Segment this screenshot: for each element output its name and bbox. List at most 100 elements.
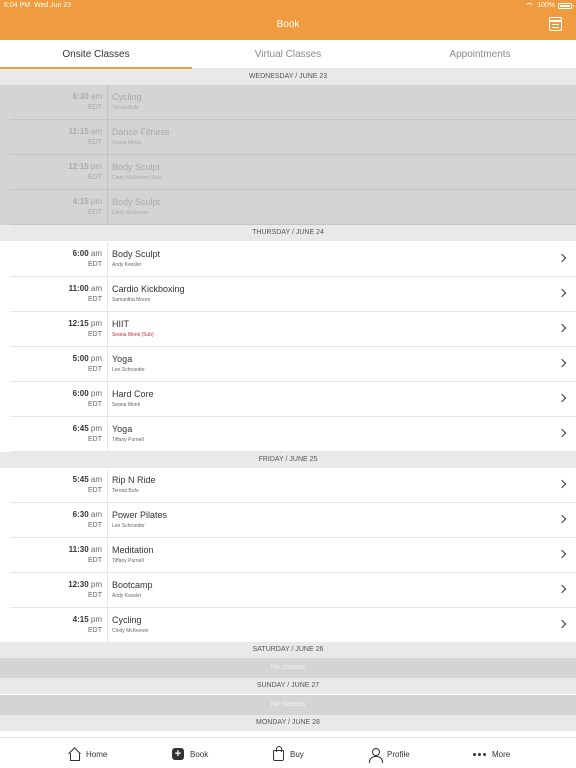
class-row[interactable]: 6:00 pm EDT Hard Core Seana Monk [0, 382, 576, 417]
row-divider [107, 277, 108, 312]
day-header-friday: FRIDAY / JUNE 25 [0, 452, 576, 468]
class-name: Body Sculpt [112, 162, 161, 172]
class-time: 11:15 am [69, 127, 102, 136]
nav-profile[interactable]: Profile [369, 746, 410, 763]
class-time-ampm: pm [88, 354, 102, 363]
class-name: Power Pilates [112, 510, 168, 520]
class-name: Hard Core [112, 389, 154, 399]
class-instructor: Lee Schroeder [112, 523, 145, 529]
row-divider [107, 538, 108, 573]
class-instructor: Andy Kessler [112, 593, 142, 599]
class-time-value: 11:00 [68, 284, 89, 293]
class-instructor: Teresa Bufo [112, 488, 139, 494]
more-dots-icon [473, 752, 486, 756]
class-name: Body Sculpt [112, 249, 161, 259]
chevron-right-icon [557, 584, 567, 594]
class-row[interactable]: 6:00 am EDT Body Sculpt Andy Kessler [0, 242, 576, 277]
class-time: 4:15 pm [73, 197, 102, 206]
class-timezone: EDT [88, 487, 102, 494]
class-time-value: 11:15 [68, 127, 89, 136]
status-right: 100% [525, 2, 574, 9]
wifi-icon [525, 2, 535, 9]
class-name: Cardio Kickboxing [112, 284, 185, 294]
class-row[interactable]: 6:30 am EDT Power Pilates Lee Schroeder [0, 503, 576, 538]
class-name: Yoga [112, 354, 133, 364]
class-name: Meditation [112, 545, 154, 555]
class-time-value: 4:15 [72, 615, 89, 624]
class-time-ampm: pm [88, 197, 102, 206]
class-instructor: Cindy McKeever [112, 210, 149, 216]
class-timezone: EDT [88, 366, 102, 373]
chevron-right-icon [557, 253, 567, 263]
row-divider [107, 120, 108, 155]
status-time: 6:04 PM [4, 2, 31, 9]
class-time-ampm: am [88, 510, 102, 519]
class-time-ampm: pm [88, 162, 102, 171]
class-time-ampm: am [88, 284, 102, 293]
chevron-right-icon [557, 323, 567, 333]
class-timezone: EDT [88, 522, 102, 529]
class-timezone: EDT [88, 627, 102, 634]
nav-buy[interactable]: Buy [273, 745, 304, 762]
nav-home[interactable]: Home [68, 746, 107, 762]
class-instructor: Cindy McKeever [112, 628, 149, 634]
class-name: Rip N Ride [112, 475, 156, 485]
class-name: Yoga [112, 424, 133, 434]
class-timezone: EDT [88, 104, 102, 111]
class-time-ampm: am [88, 127, 102, 136]
class-time-value: 4:15 [72, 197, 89, 206]
class-time: 5:45 am [73, 475, 102, 484]
class-row[interactable]: 5:00 pm EDT Yoga Lee Schroeder [0, 347, 576, 382]
chevron-right-icon [557, 549, 567, 559]
row-divider [107, 468, 108, 503]
class-row[interactable]: 12:15 pm EDT HIIT Seana Monk (Sub) [0, 312, 576, 347]
class-time-ampm: pm [88, 424, 102, 433]
class-timezone: EDT [88, 557, 102, 564]
page-title: Book [276, 19, 300, 30]
class-timezone: EDT [88, 209, 102, 216]
class-time: 6:45 pm [73, 424, 102, 433]
status-bar: 6:04 PM Wed Jun 23 100% [4, 2, 574, 12]
nav-more[interactable]: More [473, 746, 510, 762]
battery-icon [558, 2, 574, 9]
class-name: Cycling [112, 92, 142, 102]
class-time: 11:00 am [69, 284, 102, 293]
class-row: 12:15 pm EDT Body Sculpt Cindy McKeever (Su… [0, 155, 576, 190]
shopping-bag-icon [273, 745, 284, 761]
class-type-tabs: Onsite Classes Virtual Classes Appointme… [0, 40, 576, 69]
class-time-value: 11:30 [68, 545, 89, 554]
tab-onsite-classes[interactable]: Onsite Classes [0, 40, 192, 69]
tab-appointments[interactable]: Appointments [384, 40, 576, 68]
status-date: Wed Jun 23 [33, 2, 72, 9]
class-time: 6:00 pm [73, 389, 102, 398]
class-time: 6:30 am [73, 510, 102, 519]
nav-book[interactable]: + Book [172, 746, 208, 762]
class-row[interactable]: 5:45 am EDT Rip N Ride Teresa Bufo [0, 468, 576, 503]
nav-buy-label: Buy [290, 749, 304, 759]
row-divider [107, 155, 108, 190]
class-instructor: Seana Monk (Sub) [112, 332, 154, 338]
class-row: 11:15 am EDT Dance Fitness Seana Minck [0, 120, 576, 155]
class-row[interactable]: 11:30 am EDT Meditation Tiffany Purnell [0, 538, 576, 573]
class-row[interactable]: 4:15 pm EDT Cycling Cindy McKeever [0, 608, 576, 643]
calendar-icon[interactable] [549, 17, 562, 31]
class-time-value: 6:00 [72, 389, 89, 398]
class-time-value: 6:45 [72, 424, 89, 433]
class-time-ampm: pm [88, 580, 102, 589]
chevron-right-icon [557, 514, 567, 524]
class-time-value: 12:15 [68, 162, 89, 171]
class-instructor: Seana Monk [112, 402, 141, 408]
class-instructor: Seana Minck [112, 140, 141, 146]
class-time-value: 6:30 [72, 510, 89, 519]
chevron-right-icon [557, 619, 567, 629]
tab-virtual-classes[interactable]: Virtual Classes [192, 40, 384, 68]
row-divider [107, 573, 108, 608]
day-header-thursday: THURSDAY / JUNE 24 [0, 225, 576, 241]
class-row[interactable]: 6:45 pm EDT Yoga Tiffany Purnell [0, 417, 576, 452]
class-timezone: EDT [88, 174, 102, 181]
class-row[interactable]: 12:30 pm EDT Bootcamp Andy Kessler [0, 573, 576, 608]
class-instructor: Samantha Moore [112, 297, 151, 303]
class-row[interactable]: 11:00 am EDT Cardio Kickboxing Samantha Moo… [0, 277, 576, 312]
chevron-right-icon [557, 428, 567, 438]
nav-book-label: Book [190, 749, 209, 759]
